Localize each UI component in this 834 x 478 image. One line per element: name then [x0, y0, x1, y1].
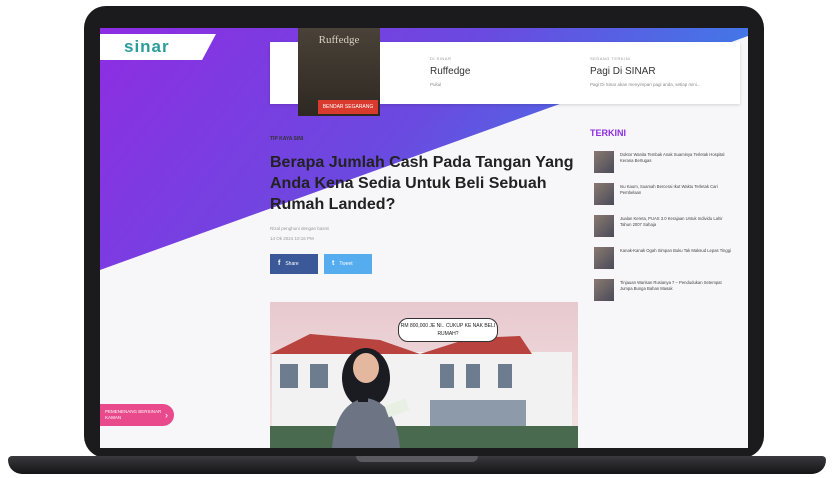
facebook-share-button[interactable]: f Share: [270, 254, 318, 274]
sidebar-news-item[interactable]: Kanak-Kanak Ogah Simpan Buku Tak Maksud …: [594, 246, 734, 272]
book-cover[interactable]: Ruffedge BENDAR SEGARANG: [298, 28, 380, 116]
info-desc: Pagi Di Sinar akan menyimpan pagi anda, …: [590, 82, 701, 87]
laptop-notch: [356, 456, 478, 462]
info-title[interactable]: Pagi Di SINAR: [590, 66, 656, 77]
facebook-share-label: Share: [285, 261, 299, 267]
news-thumbnail: [594, 247, 614, 269]
sinar-logo[interactable]: sinar: [100, 34, 216, 60]
article-headline: Berapa Jumlah Cash Pada Tangan Yang Anda…: [270, 154, 574, 213]
twitter-tweet-button[interactable]: t Tweet: [324, 254, 372, 274]
info-label: DI SINAR: [430, 56, 452, 61]
info-title[interactable]: Ruffedge: [430, 66, 470, 77]
news-headline: Jualan Kereta, PUAS 3.0 Kerajaan Untuk I…: [620, 216, 723, 227]
twitter-icon: t: [332, 260, 335, 267]
article-category[interactable]: TIP KAYA SINI: [270, 136, 303, 142]
news-headline: Doktor Wanita Tembak Anak Suaminya Terle…: [620, 152, 725, 163]
twitter-tweet-label: Tweet: [339, 261, 353, 267]
sidebar-news-item[interactable]: Isu Kaum, Suamah Bercerai Ikut Waktu Ter…: [594, 182, 734, 208]
logo-text: sinar: [124, 37, 170, 56]
article-date: 14 Ok 2024 10:16 PM: [270, 236, 314, 241]
promo-label: PEMENENANG BERSINAR KAWAN: [105, 409, 162, 420]
news-headline: Tinjauan Warisan Rusianya 7 – Pendudukan…: [620, 280, 722, 291]
speech-bubble: RM 800,000 JE NI.. CUKUP KE NAK BELI RUM…: [398, 318, 498, 342]
news-headline: Isu Kaum, Suamah Bercerai Ikut Waktu Ter…: [620, 184, 718, 195]
news-thumbnail: [594, 215, 614, 237]
sidebar-news-item[interactable]: Doktor Wanita Tembak Anak Suaminya Terle…: [594, 150, 734, 176]
news-thumbnail: [594, 151, 614, 173]
article-hero-image: RM 800,000 JE NI.. CUKUP KE NAK BELI RUM…: [270, 302, 578, 448]
book-button[interactable]: BENDAR SEGARANG: [318, 100, 378, 114]
info-label: SEDANG TERKINI: [590, 56, 631, 61]
news-headline: Kanak-Kanak Ogah Simpan Buku Tak Maksud …: [620, 248, 731, 253]
info-desc: Pukul: [430, 82, 442, 87]
sidebar-news-item[interactable]: Tinjauan Warisan Rusianya 7 – Pendudukan…: [594, 278, 734, 304]
promo-button[interactable]: PEMENENANG BERSINAR KAWAN ›: [100, 404, 174, 426]
sidebar-title: TERKINI: [590, 128, 626, 138]
chevron-right-icon: ›: [165, 410, 168, 420]
news-thumbnail: [594, 183, 614, 205]
article-byline: Rizal penghuni dengan basmi: [270, 226, 330, 231]
facebook-icon: f: [278, 260, 281, 267]
news-thumbnail: [594, 279, 614, 301]
laptop-screen: sinar DI SINAR Ruffedge Pukul SEDANG TER…: [100, 28, 748, 448]
book-cover-title: Ruffedge: [318, 34, 360, 46]
sidebar-news-item[interactable]: Jualan Kereta, PUAS 3.0 Kerajaan Untuk I…: [594, 214, 734, 240]
